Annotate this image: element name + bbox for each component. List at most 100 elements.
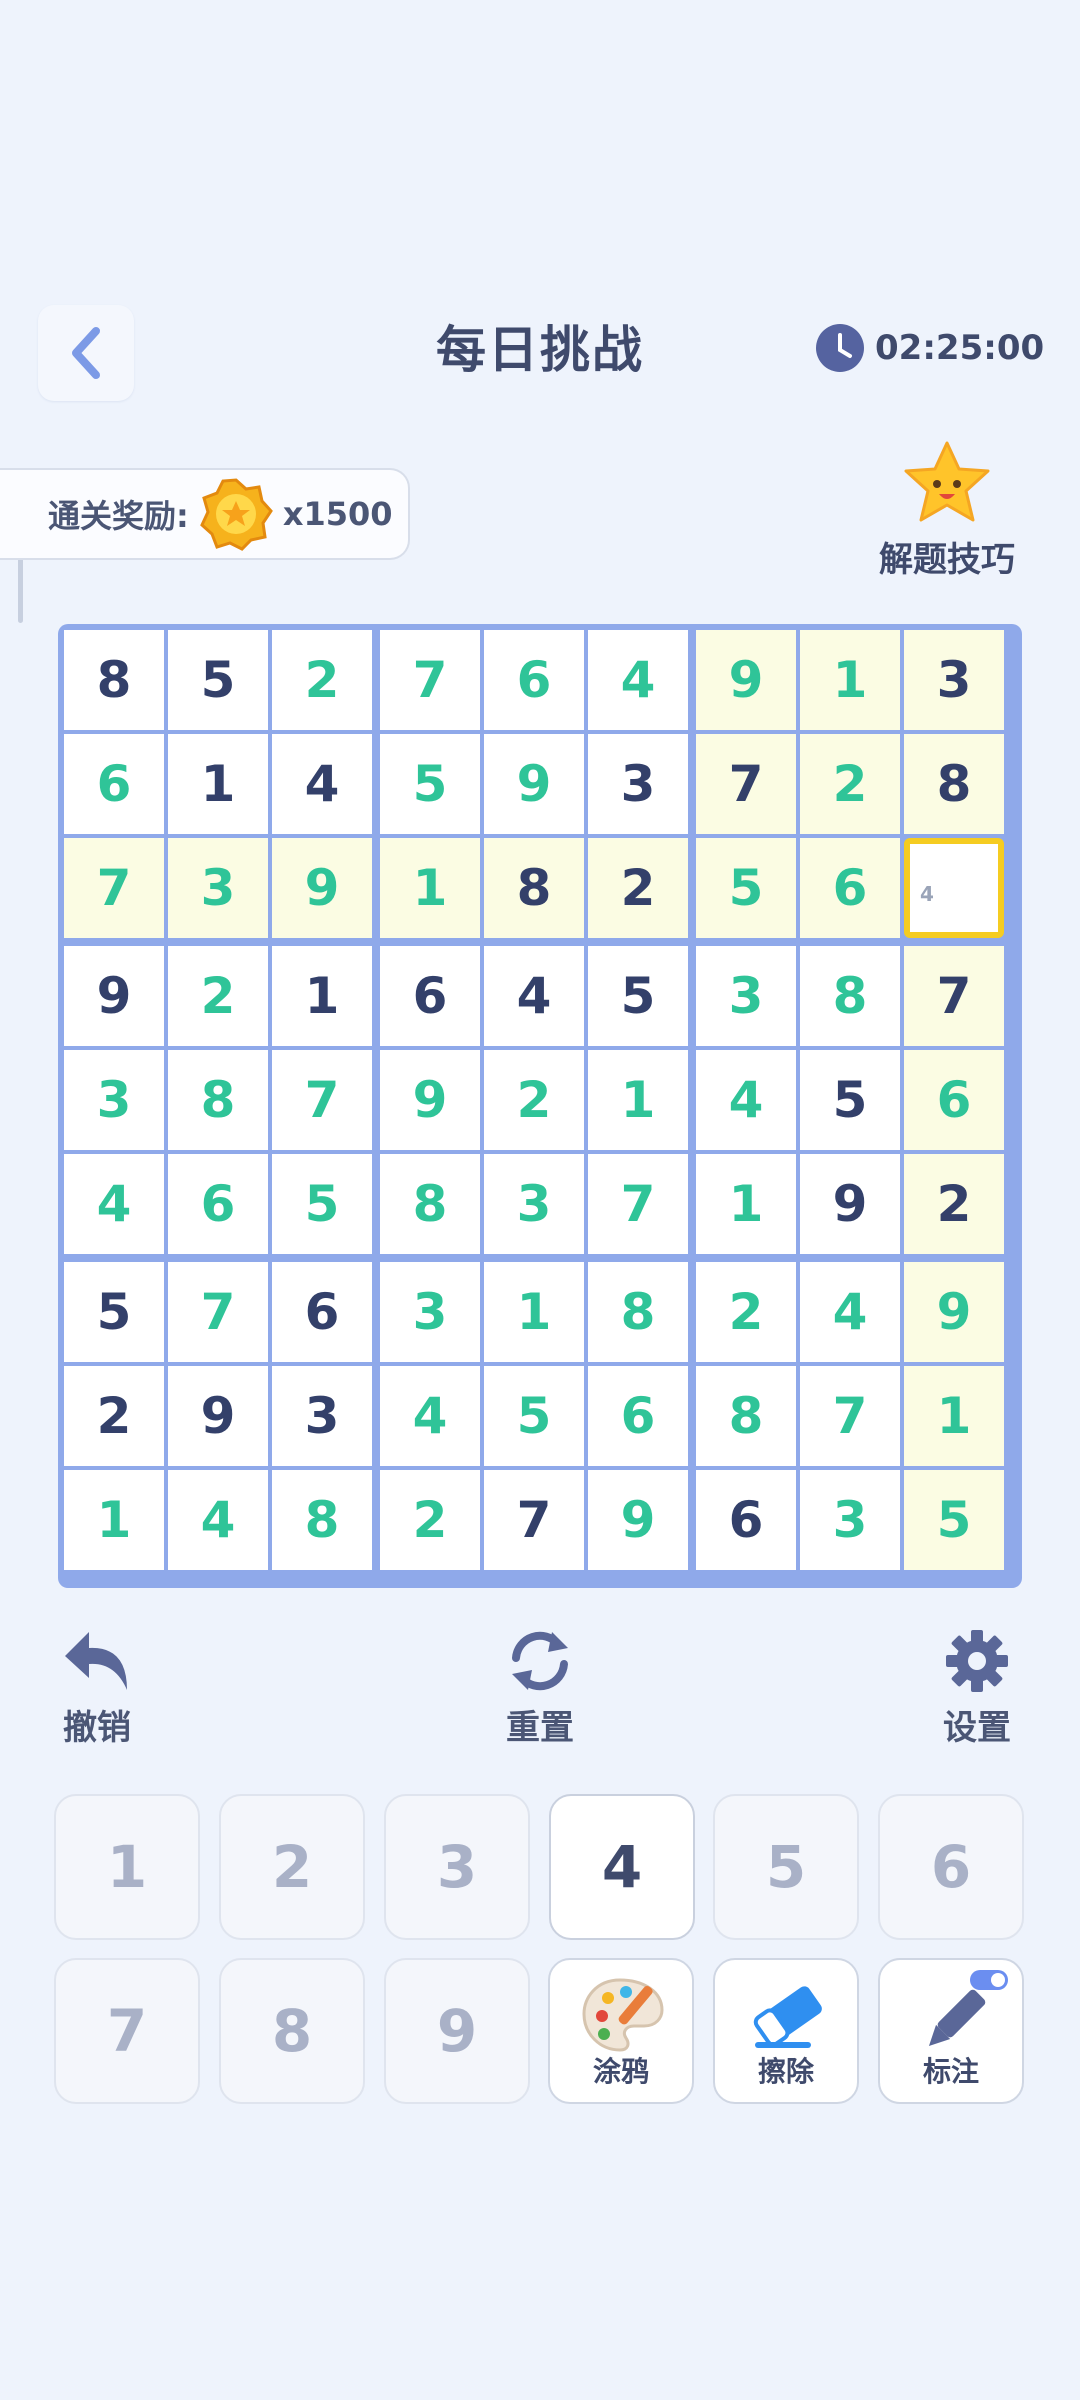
board-cell-r8c1[interactable]: 2 [64,1366,164,1466]
erase-button[interactable]: 擦除 [713,1958,859,2104]
board-cell-r2c8[interactable]: 2 [800,734,900,834]
board-cell-r1c1[interactable]: 8 [64,630,164,730]
board-cell-r2c3[interactable]: 4 [272,734,372,834]
doodle-button[interactable]: 涂鸦 [548,1958,694,2104]
board-cell-r4c6[interactable]: 5 [588,946,688,1046]
keypad-key-6[interactable]: 6 [878,1794,1024,1940]
board-cell-r7c1[interactable]: 5 [64,1262,164,1362]
undo-button[interactable]: 撤销 [52,1628,142,1749]
board-cell-r9c3[interactable]: 8 [272,1470,372,1570]
board-cell-r6c5[interactable]: 3 [484,1154,584,1254]
board-cell-r2c1[interactable]: 6 [64,734,164,834]
board-cell-r5c8[interactable]: 5 [800,1050,900,1150]
board-cell-r1c5[interactable]: 6 [484,630,584,730]
board-cell-r1c8[interactable]: 1 [800,630,900,730]
board-cell-r3c2[interactable]: 3 [168,838,268,938]
keypad-key-2[interactable]: 2 [219,1794,365,1940]
board-cell-r3c5[interactable]: 8 [484,838,584,938]
refresh-icon [512,1631,568,1691]
board-cell-r9c8[interactable]: 3 [800,1470,900,1570]
board-cell-r6c1[interactable]: 4 [64,1154,164,1254]
board-cell-r7c5[interactable]: 1 [484,1262,584,1362]
board-cell-r8c7[interactable]: 8 [696,1366,796,1466]
board-cell-r2c7[interactable]: 7 [696,734,796,834]
board-cell-r5c1[interactable]: 3 [64,1050,164,1150]
board-cell-r4c4[interactable]: 6 [380,946,480,1046]
keypad-key-9[interactable]: 9 [384,1958,530,2104]
board-cell-r9c9[interactable]: 5 [904,1470,1004,1570]
keypad-key-3[interactable]: 3 [384,1794,530,1940]
board-cell-r9c7[interactable]: 6 [696,1470,796,1570]
board-cell-r8c4[interactable]: 4 [380,1366,480,1466]
board-cell-r4c3[interactable]: 1 [272,946,372,1046]
board-cell-r4c2[interactable]: 2 [168,946,268,1046]
board-cell-r8c3[interactable]: 3 [272,1366,372,1466]
board-cell-r1c4[interactable]: 7 [380,630,480,730]
board-cell-r6c6[interactable]: 7 [588,1154,688,1254]
board-cell-r6c8[interactable]: 9 [800,1154,900,1254]
board-cell-r5c6[interactable]: 1 [588,1050,688,1150]
board-cell-r1c7[interactable]: 9 [696,630,796,730]
board-cell-r8c9[interactable]: 1 [904,1366,1004,1466]
board-cell-r5c9[interactable]: 6 [904,1050,1004,1150]
board-cell-r9c4[interactable]: 2 [380,1470,480,1570]
board-cell-r4c9[interactable]: 7 [904,946,1004,1046]
board-cell-r2c4[interactable]: 5 [380,734,480,834]
board-cell-r6c9[interactable]: 2 [904,1154,1004,1254]
reward-badge: 通关奖励: x1500 [0,468,410,560]
board-cell-r3c8[interactable]: 6 [800,838,900,938]
board-cell-r4c5[interactable]: 4 [484,946,584,1046]
board-cell-r3c1[interactable]: 7 [64,838,164,938]
board-cell-r3c7[interactable]: 5 [696,838,796,938]
board-cell-r8c5[interactable]: 5 [484,1366,584,1466]
board-cell-r1c2[interactable]: 5 [168,630,268,730]
keypad-key-7[interactable]: 7 [54,1958,200,2104]
settings-button[interactable]: 设置 [932,1628,1022,1749]
board-cell-r9c1[interactable]: 1 [64,1470,164,1570]
board-cell-r5c2[interactable]: 8 [168,1050,268,1150]
board-cell-r7c6[interactable]: 8 [588,1262,688,1362]
mark-button[interactable]: 标注 [878,1958,1024,2104]
board-cell-r5c7[interactable]: 4 [696,1050,796,1150]
board-cell-r8c2[interactable]: 9 [168,1366,268,1466]
tips-label: 解题技巧 [879,540,1015,580]
board-cell-r9c5[interactable]: 7 [484,1470,584,1570]
keypad-key-4[interactable]: 4 [549,1794,695,1940]
reset-button[interactable]: 重置 [490,1628,590,1749]
board-cell-r6c2[interactable]: 6 [168,1154,268,1254]
board-cell-r4c8[interactable]: 8 [800,946,900,1046]
board-cell-r9c2[interactable]: 4 [168,1470,268,1570]
tips-button[interactable]: 解题技巧 [872,440,1022,581]
board-cell-r7c3[interactable]: 6 [272,1262,372,1362]
board-cell-r7c7[interactable]: 2 [696,1262,796,1362]
board-cell-r2c6[interactable]: 3 [588,734,688,834]
board-cell-r5c3[interactable]: 7 [272,1050,372,1150]
board-cell-r6c4[interactable]: 8 [380,1154,480,1254]
board-cell-r2c9[interactable]: 8 [904,734,1004,834]
keypad-key-1[interactable]: 1 [54,1794,200,1940]
board-cell-r2c5[interactable]: 9 [484,734,584,834]
board-cell-r1c9[interactable]: 3 [904,630,1004,730]
board-cell-r3c4[interactable]: 1 [380,838,480,938]
board-cell-r5c5[interactable]: 2 [484,1050,584,1150]
board-cell-r7c9[interactable]: 9 [904,1262,1004,1362]
board-cell-r7c4[interactable]: 3 [380,1262,480,1362]
board-cell-r3c3[interactable]: 9 [272,838,372,938]
board-cell-r4c7[interactable]: 3 [696,946,796,1046]
board-cell-r2c2[interactable]: 1 [168,734,268,834]
board-cell-r1c6[interactable]: 4 [588,630,688,730]
board-cell-r9c6[interactable]: 9 [588,1470,688,1570]
board-cell-r7c2[interactable]: 7 [168,1262,268,1362]
board-cell-r3c9[interactable]: 4 [904,838,1004,938]
board-cell-r7c8[interactable]: 4 [800,1262,900,1362]
board-cell-r3c6[interactable]: 2 [588,838,688,938]
board-cell-r4c1[interactable]: 9 [64,946,164,1046]
board-cell-r6c7[interactable]: 1 [696,1154,796,1254]
keypad-key-8[interactable]: 8 [219,1958,365,2104]
board-cell-r6c3[interactable]: 5 [272,1154,372,1254]
board-cell-r8c8[interactable]: 7 [800,1366,900,1466]
board-cell-r8c6[interactable]: 6 [588,1366,688,1466]
board-cell-r5c4[interactable]: 9 [380,1050,480,1150]
keypad-key-5[interactable]: 5 [713,1794,859,1940]
board-cell-r1c3[interactable]: 2 [272,630,372,730]
